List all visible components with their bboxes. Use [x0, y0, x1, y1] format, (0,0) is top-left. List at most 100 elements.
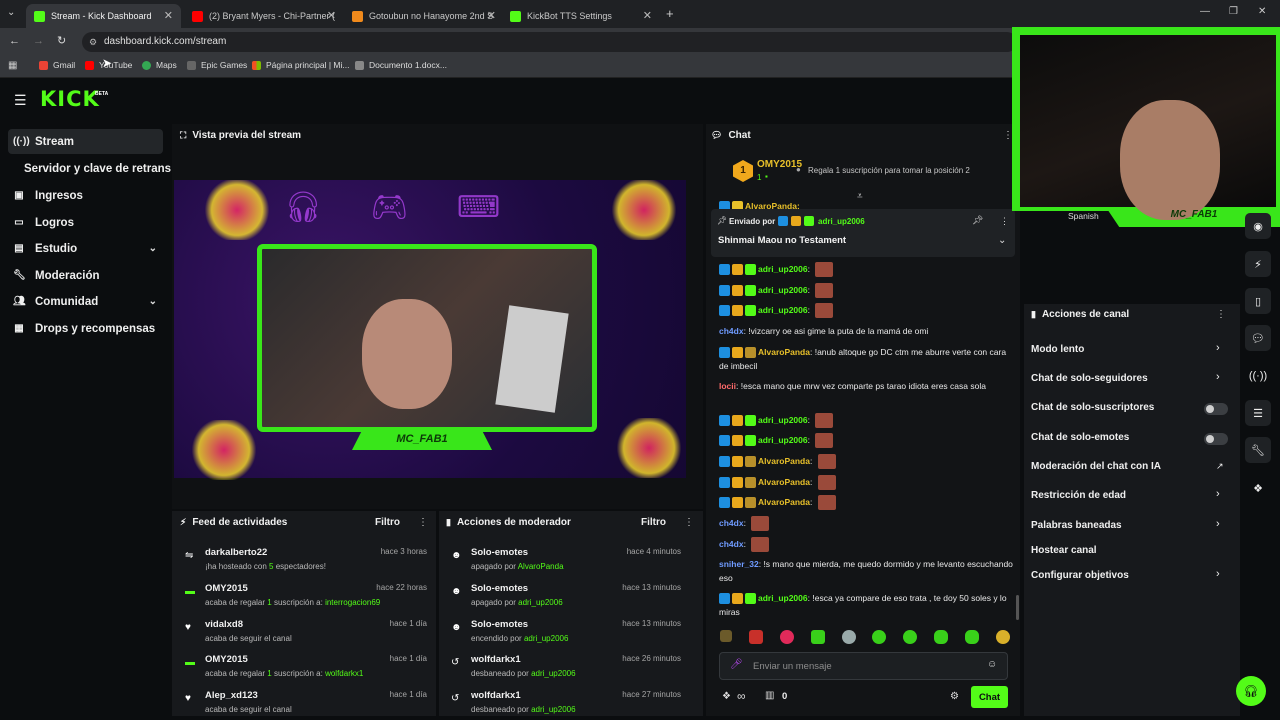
tab-youtube[interactable]: (2) Bryant Myers - Chi-Partner ( ✕	[184, 4, 344, 28]
new-tab-icon[interactable]: +	[666, 6, 674, 21]
tab-anime[interactable]: Gotoubun no Hanayome 2nd S ✕	[344, 4, 504, 28]
bookmark-gmail[interactable]: Gmail	[39, 60, 75, 70]
more-options-icon[interactable]: ⋮	[1000, 216, 1009, 227]
mod-filter-button[interactable]: Filtro	[641, 517, 666, 528]
channel-points-icon[interactable]: ❖	[722, 691, 731, 702]
chat-username[interactable]: adri_up2006	[758, 435, 808, 445]
chevron-down-icon[interactable]: ⌄	[998, 235, 1006, 246]
chat-username[interactable]: adri_up2006	[758, 593, 808, 603]
chat-username[interactable]: adri_up2006	[758, 285, 808, 295]
external-link-icon[interactable]: ↗	[1216, 461, 1224, 472]
mod-action-user[interactable]: adri_up2006	[518, 598, 562, 607]
emote-icon[interactable]	[815, 433, 834, 449]
emote-icon[interactable]	[720, 630, 732, 642]
close-icon[interactable]: ✕	[164, 9, 173, 22]
toolbar-points-button[interactable]: ❖	[1245, 475, 1271, 501]
emote-icon[interactable]	[810, 630, 825, 644]
more-options-icon[interactable]: ⋮	[1216, 309, 1226, 320]
site-info-icon[interactable]: ⚙	[89, 32, 97, 52]
more-options-icon[interactable]: ⋮	[1003, 130, 1013, 141]
feed-recipient[interactable]: wolfdarkx1	[325, 669, 363, 678]
scroll-indicator-icon[interactable]: ⩡	[857, 191, 863, 202]
chat-username[interactable]: ch4dx	[719, 539, 744, 549]
tab-kickbot[interactable]: KickBot TTS Settings ✕	[502, 4, 660, 28]
channel-action-item[interactable]: Chat de solo-suscriptores	[1031, 402, 1154, 413]
chat-username[interactable]: AlvaroPanda	[758, 347, 810, 357]
chevron-right-icon[interactable]: ›	[1216, 568, 1220, 580]
apps-grid-icon[interactable]: ▦	[8, 60, 17, 71]
chevron-right-icon[interactable]: ›	[1216, 518, 1220, 530]
sidebar-item-stream[interactable]: ((·)) Stream	[8, 129, 163, 154]
forward-icon[interactable]: →	[33, 35, 44, 47]
channel-action-item[interactable]: Modo lento	[1031, 344, 1084, 355]
url-bar[interactable]: ⚙ dashboard.kick.com/stream	[82, 32, 1017, 52]
sidebar-item-server-key[interactable]: Servidor y clave de retransmisión	[8, 156, 171, 181]
chat-settings-icon[interactable]: ⚙	[950, 691, 959, 702]
sidebar-item-logros[interactable]: ▭ Logros	[8, 210, 163, 235]
sidebar-item-drops[interactable]: ▦ Drops y recompensas	[8, 316, 163, 341]
mod-action-user[interactable]: AlvaroPanda	[518, 562, 564, 571]
channel-action-item[interactable]: Hostear canal	[1031, 545, 1097, 556]
toolbar-mod-actions-button[interactable]: ☰	[1245, 400, 1271, 426]
toolbar-chat-button[interactable]: 💬︎	[1245, 325, 1271, 351]
channel-action-item[interactable]: Restricción de edad	[1031, 490, 1126, 501]
chat-username[interactable]: ch4dx	[719, 518, 744, 528]
gift-suggestion-text[interactable]: Regala 1 suscripción para tomar la posic…	[808, 166, 970, 175]
chat-username[interactable]: AlvaroPanda	[758, 497, 810, 507]
chat-username[interactable]: AlvaroPanda	[758, 456, 810, 466]
reload-icon[interactable]: ↻	[57, 34, 66, 47]
chevron-right-icon[interactable]: ›	[1216, 371, 1220, 383]
emoji-picker-icon[interactable]: ☺	[987, 659, 997, 670]
toolbar-camera-button[interactable]: ◉	[1245, 213, 1271, 239]
emote-icon[interactable]	[751, 537, 770, 553]
sidebar-item-moderacion[interactable]: 🔧︎ Moderación	[8, 263, 163, 288]
channel-action-item[interactable]: Palabras baneadas	[1031, 520, 1122, 531]
chat-username[interactable]: AlvaroPanda	[758, 477, 810, 487]
mod-action-user[interactable]: adri_up2006	[524, 634, 568, 643]
toolbar-notes-button[interactable]: ▯	[1245, 288, 1271, 314]
emote-icon[interactable]	[841, 630, 856, 644]
bookmark-microsoft[interactable]: Página principal | Mi...	[252, 60, 349, 70]
emote-icon[interactable]	[748, 630, 763, 644]
tab-kick-dashboard[interactable]: Stream - Kick Dashboard ✕	[26, 4, 181, 28]
toolbar-quick-actions-button[interactable]: ⚡︎	[1245, 251, 1271, 277]
emote-icon[interactable]	[995, 630, 1010, 644]
channel-action-item[interactable]: Chat de solo-seguidores	[1031, 373, 1148, 384]
pin-action-icon[interactable]: 📌︎	[972, 215, 983, 226]
kick-logo[interactable]: KICK	[40, 87, 100, 111]
restore-icon[interactable]: ❐	[1229, 6, 1238, 17]
chat-username[interactable]: ch4dx	[719, 326, 744, 336]
tab-search-icon[interactable]: ⌄	[7, 7, 15, 18]
sidebar-item-estudio[interactable]: ▤ Estudio ⌄	[8, 236, 163, 261]
more-options-icon[interactable]: ⋮	[418, 517, 428, 528]
chat-username[interactable]: adri_up2006	[758, 264, 808, 274]
channel-action-item[interactable]: Configurar objetivos	[1031, 570, 1129, 581]
pinned-by-user[interactable]: adri_up2006	[818, 217, 865, 226]
hamburger-menu-icon[interactable]: ☰	[14, 92, 27, 109]
back-icon[interactable]: ←	[9, 35, 20, 47]
chat-username[interactable]: sniher_32	[719, 559, 759, 569]
emote-icon[interactable]	[934, 630, 949, 644]
chat-scrollbar[interactable]	[1016, 595, 1019, 620]
treasure-icon[interactable]: ▥	[765, 690, 774, 701]
pinned-message[interactable]: 📌︎ Enviado por adri_up2006 Shinmai Maou …	[711, 209, 1015, 257]
toolbar-tools-button[interactable]: 🔧︎	[1245, 437, 1271, 463]
close-icon[interactable]: ✕	[327, 9, 336, 22]
bookmark-epic[interactable]: Epic Games	[187, 60, 247, 70]
chat-input[interactable]: 🎤︎ Enviar un mensaje ☺	[719, 652, 1008, 680]
close-icon[interactable]: ✕	[487, 9, 496, 22]
send-chat-button[interactable]: Chat	[971, 686, 1008, 708]
stream-preview-video[interactable]: 🎧︎ 🎮︎ ⌨︎ MC_FAB1	[174, 180, 686, 480]
microphone-icon[interactable]: 🎤︎	[730, 659, 743, 670]
chevron-right-icon[interactable]: ›	[1216, 488, 1220, 500]
emote-icon[interactable]	[817, 475, 836, 491]
channel-action-item[interactable]: Chat de solo-emotes	[1031, 432, 1129, 443]
sidebar-item-comunidad[interactable]: 👥︎ Comunidad ⌄	[8, 289, 163, 314]
emote-icon[interactable]	[779, 630, 794, 644]
emote-icon[interactable]	[815, 262, 834, 278]
emote-icon[interactable]	[815, 413, 834, 429]
feed-filter-button[interactable]: Filtro	[375, 517, 400, 528]
toolbar-broadcast-button[interactable]: ((·))	[1245, 363, 1271, 389]
chat-username[interactable]: locii	[719, 381, 736, 391]
emote-icon[interactable]	[751, 516, 770, 532]
